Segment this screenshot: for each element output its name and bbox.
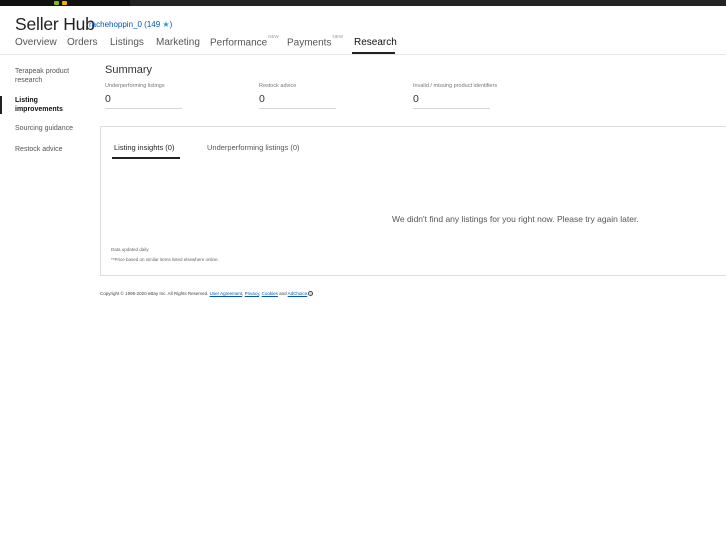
adchoice-link[interactable]: AdChoice — [288, 291, 308, 296]
user-agreement-link[interactable]: User Agreement — [210, 291, 243, 296]
tab-orders[interactable]: Orders — [67, 37, 98, 48]
logo-dot — [54, 1, 59, 5]
tab-listing-insights[interactable]: Listing insights (0) — [114, 143, 174, 152]
logo-dot — [62, 1, 67, 5]
metric-value[interactable]: 0 — [259, 93, 336, 109]
insights-panel: Listing insights (0) Underperforming lis… — [100, 126, 726, 276]
tab-label: Payments — [287, 37, 332, 49]
metric-underperforming: Underperforming listings 0 — [105, 83, 182, 109]
data-updated-note: Data updated daily. — [111, 247, 150, 252]
tab-underperforming-listings[interactable]: Underperforming listings (0) — [207, 143, 300, 152]
tab-payments[interactable]: PaymentsNEW — [287, 34, 343, 49]
tab-marketing[interactable]: Marketing — [156, 37, 200, 48]
tab-research[interactable]: Research — [354, 37, 397, 48]
metric-label: Underperforming listings — [105, 83, 165, 89]
tab-label: Marketing — [156, 37, 200, 48]
sidebar-item-listing-improvements[interactable]: Listing improvements — [15, 96, 75, 114]
tab-performance[interactable]: PerformanceNEW — [210, 34, 279, 49]
empty-state-message: We didn't find any listings for you righ… — [392, 214, 639, 224]
new-badge: NEW — [332, 34, 343, 39]
feedback-score-close: ) — [169, 20, 173, 29]
and-text: and — [279, 291, 287, 296]
tab-label: Listings — [110, 37, 144, 48]
metric-value[interactable]: 0 — [105, 93, 182, 109]
username-link[interactable]: rachehoppin_0 — [89, 20, 142, 29]
tabs-divider — [0, 54, 726, 55]
adchoice-info-icon[interactable]: i — [308, 291, 314, 297]
tab-label: Overview — [15, 37, 57, 48]
seller-info: rachehoppin_0 (149 ★) — [89, 20, 172, 29]
sidebar-active-indicator — [0, 96, 2, 114]
cookies-link[interactable]: Cookies — [262, 291, 278, 296]
price-note: **Price based on similar items listed el… — [111, 257, 219, 262]
summary-heading: Summary — [105, 64, 153, 76]
tab-label: Research — [354, 37, 397, 48]
copyright-text: Copyright © 1995-2020 eBay Inc. All Righ… — [100, 291, 209, 296]
global-header-bar — [0, 0, 726, 6]
tab-label: Orders — [67, 37, 98, 48]
panel-active-tab-indicator — [112, 157, 180, 159]
sidebar-item-terapeak[interactable]: Terapeak product research — [15, 67, 85, 85]
privacy-link[interactable]: Privacy — [245, 291, 259, 296]
page-title: Seller Hub — [15, 14, 95, 34]
sidebar-item-sourcing-guidance[interactable]: Sourcing guidance — [15, 124, 73, 133]
ebay-logo[interactable] — [0, 0, 130, 6]
metric-value[interactable]: 0 — [413, 93, 490, 109]
feedback-score: (149 — [144, 20, 161, 29]
metric-label: Restock advice — [259, 83, 297, 89]
new-badge: NEW — [268, 34, 279, 39]
tab-listings[interactable]: Listings — [110, 37, 144, 48]
sidebar-item-restock-advice[interactable]: Restock advice — [15, 145, 62, 154]
tab-overview[interactable]: Overview — [15, 37, 57, 48]
metric-invalid-identifiers: Invalid / missing product identifiers 0 — [413, 83, 498, 109]
metric-label: Invalid / missing product identifiers — [413, 83, 498, 89]
tab-label: Performance — [210, 37, 268, 49]
metric-restock: Restock advice 0 — [259, 83, 336, 109]
footer: Copyright © 1995-2020 eBay Inc. All Righ… — [100, 291, 314, 297]
star-icon: ★ — [162, 20, 170, 29]
